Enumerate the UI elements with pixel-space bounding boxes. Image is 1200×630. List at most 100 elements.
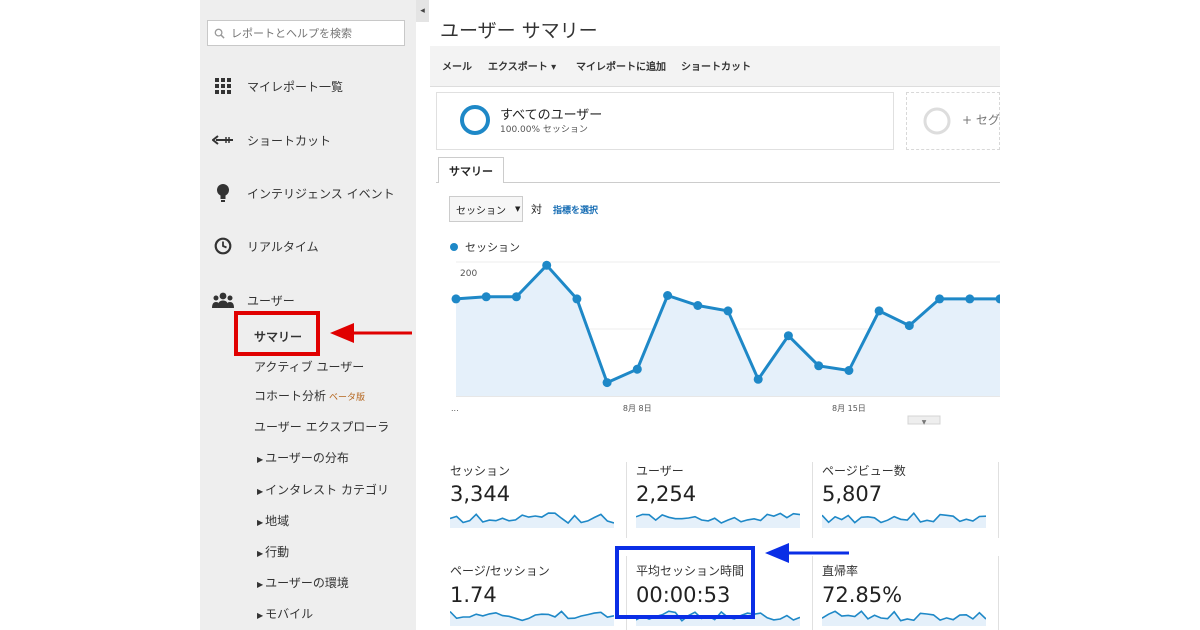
sidebar-subitem-label: ユーザーの環境 — [265, 576, 349, 590]
segment-ring-icon — [460, 105, 490, 135]
sidebar-item-label: インテリジェンス イベント — [247, 186, 395, 201]
sidebar-subitem-technology[interactable]: ▶ ユーザーの環境 — [257, 574, 349, 591]
export-button[interactable]: エクスポート ▾ — [488, 58, 556, 73]
data-point[interactable] — [753, 374, 763, 384]
data-point[interactable] — [844, 366, 854, 375]
sidebar-subitem-label: ユーザーの分布 — [265, 451, 349, 465]
kpi-divider — [812, 462, 813, 538]
data-point[interactable] — [783, 331, 793, 341]
kpi-value: 5,807 — [822, 482, 883, 506]
sidebar-subitem-geo[interactable]: ▶ 地域 — [257, 512, 289, 529]
kpi-sparkline — [450, 512, 614, 528]
x-start-label: ... — [451, 404, 459, 413]
sidebar-item-shortcuts[interactable]: ショートカット — [212, 128, 412, 152]
expand-triangle-icon: ▶ — [257, 455, 264, 464]
kpi-divider — [998, 462, 999, 538]
choose-metric-link[interactable]: 指標を選択 — [553, 203, 598, 216]
sidebar-item-realtime[interactable]: リアルタイム — [212, 234, 412, 258]
sidebar-subitem-active-users[interactable]: アクティブ ユーザー — [254, 358, 364, 375]
series-area — [456, 265, 1000, 396]
sidebar-item-intelligence-events[interactable]: インテリジェンス イベント — [212, 181, 412, 205]
sidebar-subitem-label: 地域 — [265, 514, 290, 528]
sidebar-item-label: ショートカット — [247, 133, 332, 148]
chevron-down-icon: ▼ — [922, 419, 927, 425]
y-tick-label: 200 — [460, 269, 477, 279]
grid-icon — [212, 76, 234, 96]
kpi-value: 3,344 — [450, 482, 511, 506]
sidebar-subitem-demographics[interactable]: ▶ ユーザーの分布 — [257, 449, 349, 466]
kpi-label: ページ/セッション — [450, 564, 550, 578]
data-point[interactable] — [904, 321, 914, 331]
sidebar-subitem-cohort-analysis[interactable]: コホート分析 ベータ版 — [254, 387, 365, 404]
expand-triangle-icon: ▶ — [257, 549, 264, 558]
sidebar-subitem-mobile[interactable]: ▶ モバイル — [257, 605, 313, 622]
sidebar-item-label: ユーザー — [247, 293, 295, 308]
kpi-value: 2,254 — [636, 482, 697, 506]
legend-dot-icon — [450, 243, 458, 251]
sessions-line-chart: セッション 200 100 ... 8月 8日8月 15日 ▼ — [450, 241, 1000, 425]
data-point[interactable] — [481, 292, 491, 302]
report-search-box[interactable] — [207, 20, 405, 46]
sidebar-subitem-interests[interactable]: ▶ インタレスト カテゴリ — [257, 481, 389, 498]
shortcut-button[interactable]: ショートカット — [681, 58, 751, 73]
data-point[interactable] — [602, 378, 612, 388]
data-point[interactable] — [542, 260, 552, 270]
kpi-value: 1.74 — [450, 583, 497, 607]
email-button[interactable]: メール — [442, 58, 472, 73]
blue-arrow-icon — [765, 543, 849, 563]
metric-select[interactable]: セッション ▼ — [449, 196, 523, 222]
x-tick-label: 8月 8日 — [623, 404, 652, 413]
kpi-sparkline — [636, 512, 800, 528]
lightbulb-icon — [212, 183, 234, 203]
kpi-sparkline — [822, 511, 986, 528]
kpi-value: 72.85% — [822, 583, 903, 607]
metric-select-value: セッション — [456, 205, 506, 217]
sidebar-subitem-label: モバイル — [265, 607, 314, 621]
sidebar-subitem-behavior[interactable]: ▶ 行動 — [257, 543, 289, 560]
sidebar-item-users[interactable]: ユーザー — [212, 288, 412, 312]
expand-triangle-icon: ▶ — [257, 518, 264, 527]
vs-label: 対 — [531, 203, 542, 216]
sparkline-area — [822, 611, 986, 626]
data-point[interactable] — [663, 291, 673, 300]
blue-highlight-box — [615, 546, 755, 619]
shortcut-arrow-icon — [212, 130, 234, 150]
chevron-down-icon: ▼ — [515, 205, 521, 213]
data-point[interactable] — [814, 361, 824, 371]
empty-ring-icon — [923, 107, 951, 135]
data-point[interactable] — [693, 301, 703, 310]
kpi-sparkline — [450, 610, 614, 626]
sidebar-item-label: マイレポート一覧 — [247, 79, 344, 94]
sidebar-item-dashboards[interactable]: マイレポート一覧 — [212, 74, 412, 98]
kpi-divider — [998, 556, 999, 630]
data-point[interactable] — [572, 294, 582, 304]
add-segment-label: + セグ — [962, 113, 1000, 127]
kpi-label: ユーザー — [636, 464, 684, 478]
page-title: ユーザー サマリー — [440, 20, 598, 42]
data-point[interactable] — [965, 294, 975, 304]
tab-summary[interactable]: サマリー — [438, 157, 504, 183]
kpi-label: ページビュー数 — [822, 464, 906, 478]
search-input[interactable] — [229, 25, 403, 41]
users-icon — [212, 290, 234, 310]
segment-name: すべてのユーザー — [500, 108, 603, 123]
data-point[interactable] — [511, 292, 521, 302]
tab-bar-line — [436, 182, 1000, 183]
data-point[interactable] — [935, 294, 945, 304]
sidebar-subitem-label: コホート分析 — [254, 389, 327, 403]
sidebar-subitem-user-explorer[interactable]: ユーザー エクスプローラ — [254, 418, 389, 435]
data-point[interactable] — [723, 306, 733, 316]
clock-icon — [212, 236, 234, 256]
segment-sub: 100.00% セッション — [500, 125, 588, 135]
search-icon — [214, 28, 225, 39]
red-highlight-box — [234, 311, 320, 356]
data-point[interactable] — [451, 294, 461, 304]
collapse-sidebar-button[interactable]: ◂ — [416, 0, 429, 22]
kpi-sparkline — [822, 610, 986, 626]
kpi-divider — [626, 462, 627, 538]
kpi-divider — [812, 556, 813, 630]
red-arrow-icon — [330, 323, 412, 343]
add-to-dashboard-button[interactable]: マイレポートに追加 — [576, 58, 666, 73]
data-point[interactable] — [632, 364, 642, 374]
data-point[interactable] — [874, 306, 884, 316]
